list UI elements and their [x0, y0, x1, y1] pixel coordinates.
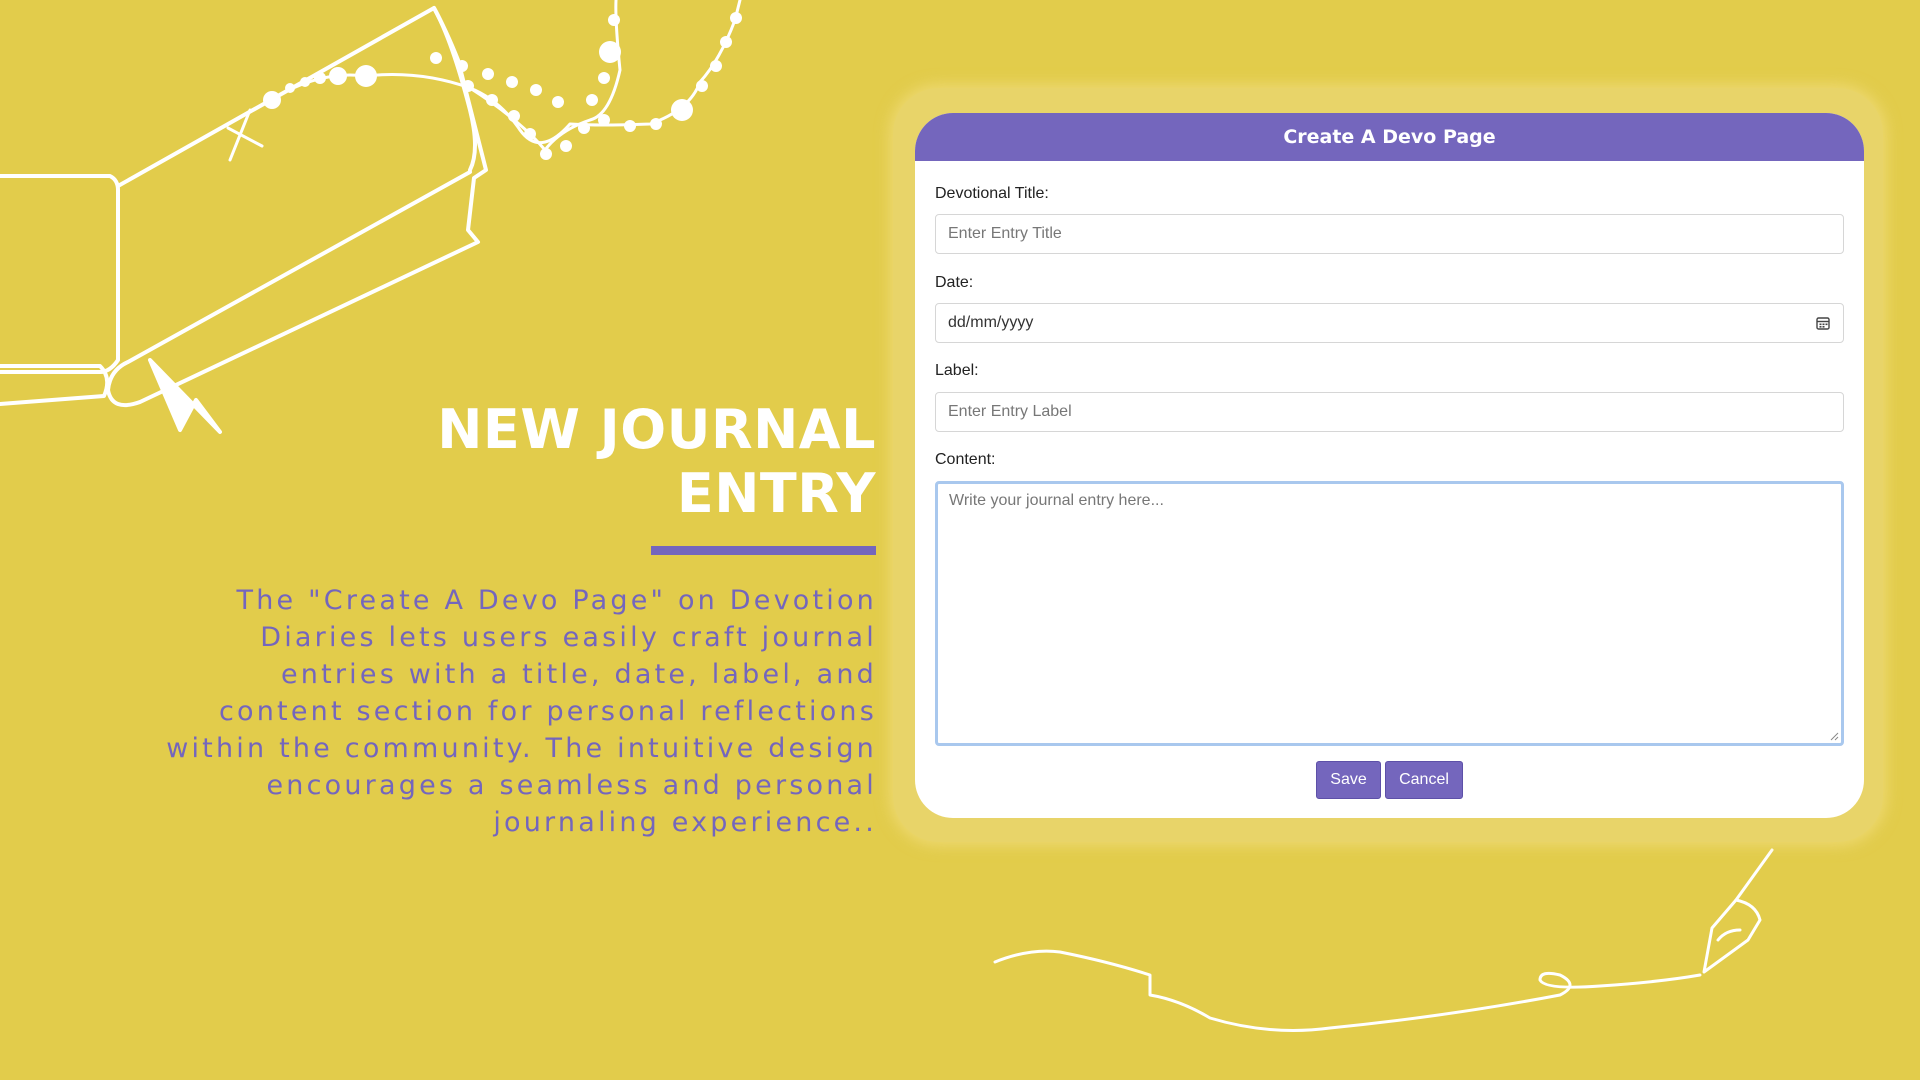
bible-illustration: [0, 6, 488, 434]
resize-grip-icon[interactable]: [1830, 732, 1839, 741]
date-field-label: Date:: [935, 274, 974, 291]
hero-title-line2: ENTRY: [676, 462, 876, 525]
create-devo-form-card: Create A Devo Page Devotional Title: Ent…: [915, 113, 1864, 818]
title-input-placeholder: Enter Entry Title: [948, 225, 1062, 242]
hero-title: NEW JOURNAL ENTRY: [356, 398, 876, 526]
calendar-icon[interactable]: [1815, 315, 1831, 331]
content-field-label: Content:: [935, 451, 996, 468]
title-field-label: Devotional Title:: [935, 185, 1049, 202]
date-input[interactable]: dd/mm/yyyy: [935, 303, 1844, 343]
title-underline: [651, 546, 876, 555]
label-input[interactable]: Enter Entry Label: [935, 392, 1844, 432]
content-textarea-placeholder: Write your journal entry here...: [949, 492, 1164, 509]
hero-title-line1: NEW JOURNAL: [437, 398, 876, 461]
date-input-value: dd/mm/yyyy: [948, 314, 1034, 331]
hero-description: The "Create A Devo Page" on Devotion Dia…: [166, 585, 877, 838]
label-input-placeholder: Enter Entry Label: [948, 403, 1072, 420]
title-input[interactable]: Enter Entry Title: [935, 214, 1844, 254]
rosary-illustration: [226, 0, 742, 162]
content-textarea[interactable]: Write your journal entry here...: [935, 481, 1844, 746]
label-field-label: Label:: [935, 362, 979, 379]
cancel-button[interactable]: Cancel: [1385, 761, 1463, 799]
save-button[interactable]: Save: [1316, 761, 1381, 799]
form-header: Create A Devo Page: [915, 113, 1864, 161]
fountain-pen-illustration: [993, 848, 1774, 1032]
